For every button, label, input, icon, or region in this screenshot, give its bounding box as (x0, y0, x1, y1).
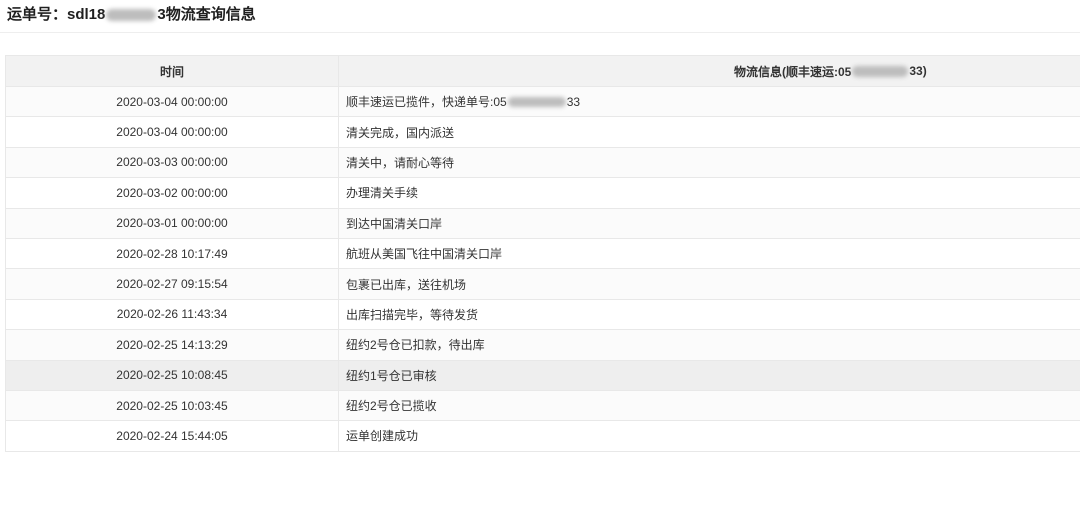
time-cell: 2020-02-28 10:17:49 (6, 238, 339, 269)
info-text-suffix: 33 (566, 94, 581, 109)
table-row: 2020-02-25 10:08:45 纽约1号仓已审核 (6, 360, 1080, 391)
time-cell: 2020-03-01 00:00:00 (6, 208, 339, 238)
table-row: 2020-02-28 10:17:49 航班从美国飞往中国清关口岸 (6, 238, 1080, 270)
time-cell: 2020-02-27 09:15:54 (6, 269, 339, 299)
column-header-info: 物流信息(顺丰速运:05 33) (339, 56, 1080, 86)
column-header-info-suffix: 33) (909, 64, 927, 78)
table-row: 2020-03-02 00:00:00 办理清关手续 (6, 178, 1080, 209)
info-cell: 到达中国清关口岸 (346, 216, 443, 231)
time-cell: 2020-03-02 00:00:00 (6, 178, 339, 208)
table-header-row: 时间 物流信息(顺丰速运:05 33) (6, 56, 1080, 87)
page-header: 运单号：sdl18 3物流查询信息 (0, 0, 1080, 33)
table-row: 2020-02-25 14:13:29 纽约2号仓已扣款，待出库 (6, 330, 1080, 361)
table-row: 2020-02-26 11:43:34 出库扫描完毕，等待发货 (6, 299, 1080, 331)
time-cell: 2020-03-03 00:00:00 (6, 147, 339, 178)
time-cell: 2020-02-25 14:13:29 (6, 330, 339, 360)
info-cell: 运单创建成功 (346, 429, 419, 444)
table-row: 2020-02-27 09:15:54 包裹已出库，送往机场 (6, 269, 1080, 300)
table-row: 2020-03-01 00:00:00 到达中国清关口岸 (6, 208, 1080, 239)
table-row: 2020-02-24 15:44:05 运单创建成功 (6, 421, 1080, 452)
info-text: 顺丰速运已揽件，快递单号:05 (346, 95, 507, 110)
info-cell: 出库扫描完毕，等待发货 (346, 307, 479, 322)
page-title-suffix: 3物流查询信息 (157, 6, 256, 23)
table-row: 2020-03-03 00:00:00 清关中，请耐心等待 (6, 147, 1080, 179)
info-cell: 清关中，请耐心等待 (346, 155, 455, 170)
time-cell: 2020-03-04 00:00:00 (6, 117, 339, 147)
info-cell: 顺丰速运已揽件，快递单号:05 33 (339, 87, 1080, 116)
info-cell: 包裹已出库，送往机场 (346, 277, 467, 292)
time-cell: 2020-03-04 00:00:00 (6, 87, 339, 117)
info-cell: 办理清关手续 (346, 186, 419, 201)
table-body: 2020-03-04 00:00:00 顺丰速运已揽件，快递单号:05 33 2… (6, 87, 1080, 452)
info-cell: 航班从美国飞往中国清关口岸 (346, 247, 503, 262)
page-title: 运单号：sdl18 3物流查询信息 (7, 6, 256, 24)
time-cell: 2020-02-25 10:08:45 (6, 360, 339, 390)
table-row: 2020-03-04 00:00:00 顺丰速运已揽件，快递单号:05 33 (6, 87, 1080, 118)
redacted-mask (507, 96, 566, 107)
info-cell: 纽约2号仓已揽收 (346, 399, 437, 414)
column-header-time: 时间 (6, 56, 339, 86)
page-title-prefix: 运单号：sdl18 (7, 6, 106, 23)
table-row: 2020-03-04 00:00:00 清关完成，国内派送 (6, 117, 1080, 148)
info-cell: 纽约2号仓已扣款，待出库 (346, 338, 485, 353)
info-cell: 清关完成，国内派送 (346, 125, 455, 140)
column-header-info-prefix: 物流信息(顺丰速运:05 (734, 64, 852, 79)
time-cell: 2020-02-26 11:43:34 (6, 299, 339, 330)
redacted-mask (106, 9, 157, 21)
table-row: 2020-02-25 10:03:45 纽约2号仓已揽收 (6, 390, 1080, 422)
time-cell: 2020-02-25 10:03:45 (6, 390, 339, 421)
tracking-table: 时间 物流信息(顺丰速运:05 33) 2020-03-04 00:00:00 … (5, 55, 1080, 452)
time-cell: 2020-02-24 15:44:05 (6, 421, 339, 451)
redacted-mask (852, 65, 909, 77)
info-cell: 纽约1号仓已审核 (346, 368, 437, 383)
